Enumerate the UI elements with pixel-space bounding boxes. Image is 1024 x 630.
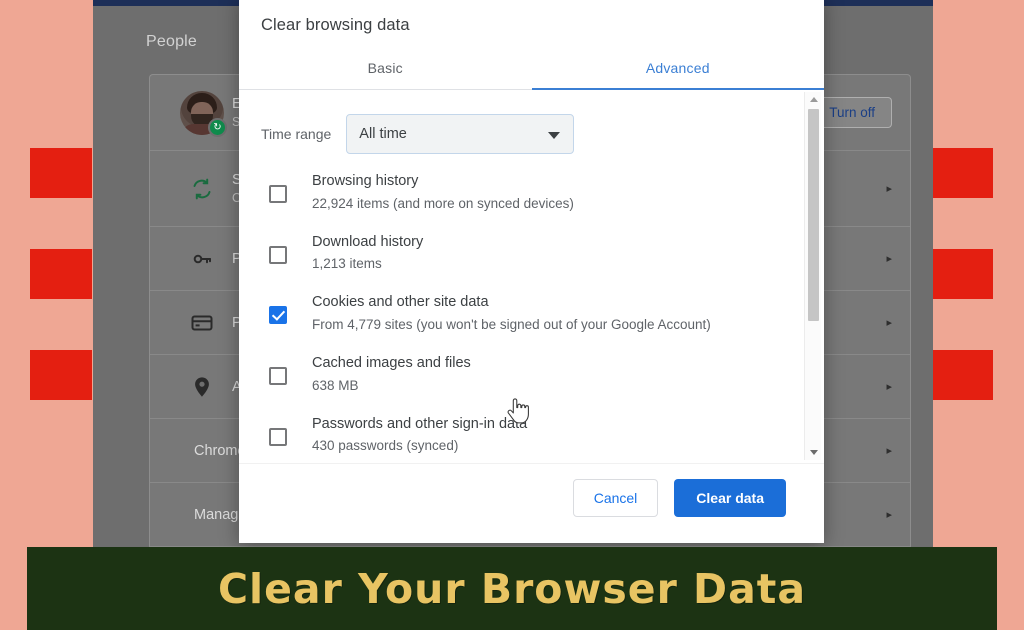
avatar: ↻ <box>172 90 232 137</box>
location-pin-icon <box>172 375 232 399</box>
turn-off-sync-button[interactable]: Turn off <box>812 97 892 128</box>
list-item-passwords-and-signin-data[interactable]: Passwords and other sign-in data 430 pas… <box>261 405 802 463</box>
decor-block-left-3 <box>30 350 92 400</box>
browsing-history-subtitle: 22,924 items (and more on synced devices… <box>312 195 574 211</box>
dialog-tabs: Basic Advanced <box>239 49 824 90</box>
passwords-subtitle: 430 passwords (synced) <box>312 438 459 454</box>
cookies-title: Cookies and other site data <box>312 294 489 311</box>
time-range-select[interactable]: All time <box>346 114 575 154</box>
chevron-down-icon <box>548 132 561 139</box>
sync-icon <box>172 177 232 201</box>
scrollbar-thumb[interactable] <box>808 109 819 321</box>
download-history-subtitle: 1,213 items <box>312 256 382 272</box>
checkbox-cached-images-and-files[interactable] <box>269 367 287 386</box>
download-history-title: Download history <box>312 233 424 250</box>
checkbox-download-history[interactable] <box>269 245 287 264</box>
decor-block-right-1 <box>931 148 993 198</box>
cookies-subtitle: From 4,779 sites (you won't be signed ou… <box>312 317 711 333</box>
data-type-list: Browsing history 22,924 items (and more … <box>239 162 802 463</box>
checkbox-passwords-and-signin-data[interactable] <box>269 427 287 446</box>
tab-basic[interactable]: Basic <box>239 49 532 89</box>
dialog-title: Clear browsing data <box>261 16 410 34</box>
key-icon <box>172 247 232 271</box>
dialog-footer: Cancel Clear data <box>239 463 824 543</box>
clear-data-button[interactable]: Clear data <box>674 478 786 517</box>
list-item-cookies-and-site-data[interactable]: Cookies and other site data From 4,779 s… <box>261 283 802 344</box>
banner-text: Clear Your Browser Data <box>217 564 807 613</box>
screenshot-stage: People ↻ E S Turn off S O ▸ P ▸ P ▸ A ▸ … <box>0 0 1024 630</box>
decor-block-left-1 <box>30 148 92 198</box>
checkbox-browsing-history[interactable] <box>269 185 287 203</box>
sync-status-icon: ↻ <box>208 117 227 137</box>
browsing-history-title: Browsing history <box>312 173 419 189</box>
cached-images-subtitle: 638 MB <box>312 377 359 393</box>
passwords-title: Passwords and other sign-in data <box>312 415 528 432</box>
chevron-right-icon: ▸ <box>886 381 892 393</box>
chevron-right-icon: ▸ <box>886 317 892 329</box>
chevron-right-icon: ▸ <box>886 509 892 521</box>
cancel-button[interactable]: Cancel <box>572 478 659 517</box>
scroll-up-arrow-icon[interactable] <box>805 92 822 107</box>
tab-advanced[interactable]: Advanced <box>532 49 825 89</box>
bottom-banner: Clear Your Browser Data <box>27 547 997 630</box>
cached-images-title: Cached images and files <box>312 355 471 372</box>
list-item-cached-images-and-files[interactable]: Cached images and files 638 MB <box>261 344 802 405</box>
time-range-label: Time range <box>261 126 332 142</box>
decor-block-right-3 <box>931 350 993 400</box>
list-item-download-history[interactable]: Download history 1,213 items <box>261 223 802 284</box>
chevron-right-icon: ▸ <box>886 253 892 265</box>
dialog-scrollbar[interactable] <box>804 92 821 460</box>
time-range-row: Time range All time <box>239 90 802 162</box>
decor-block-left-2 <box>30 249 92 299</box>
dialog-body: Time range All time Browsing history 22,… <box>239 90 824 463</box>
page-title: People <box>146 33 198 50</box>
list-item-browsing-history[interactable]: Browsing history 22,924 items (and more … <box>261 162 802 223</box>
time-range-value: All time <box>359 126 407 142</box>
chevron-right-icon: ▸ <box>886 183 892 195</box>
chevron-right-icon: ▸ <box>886 445 892 457</box>
checkbox-cookies-and-site-data[interactable] <box>269 306 287 325</box>
decor-block-right-2 <box>931 249 993 299</box>
scroll-down-arrow-icon[interactable] <box>805 445 822 460</box>
credit-card-icon <box>172 311 232 335</box>
clear-browsing-data-dialog: Clear browsing data Basic Advanced Time … <box>239 0 824 543</box>
